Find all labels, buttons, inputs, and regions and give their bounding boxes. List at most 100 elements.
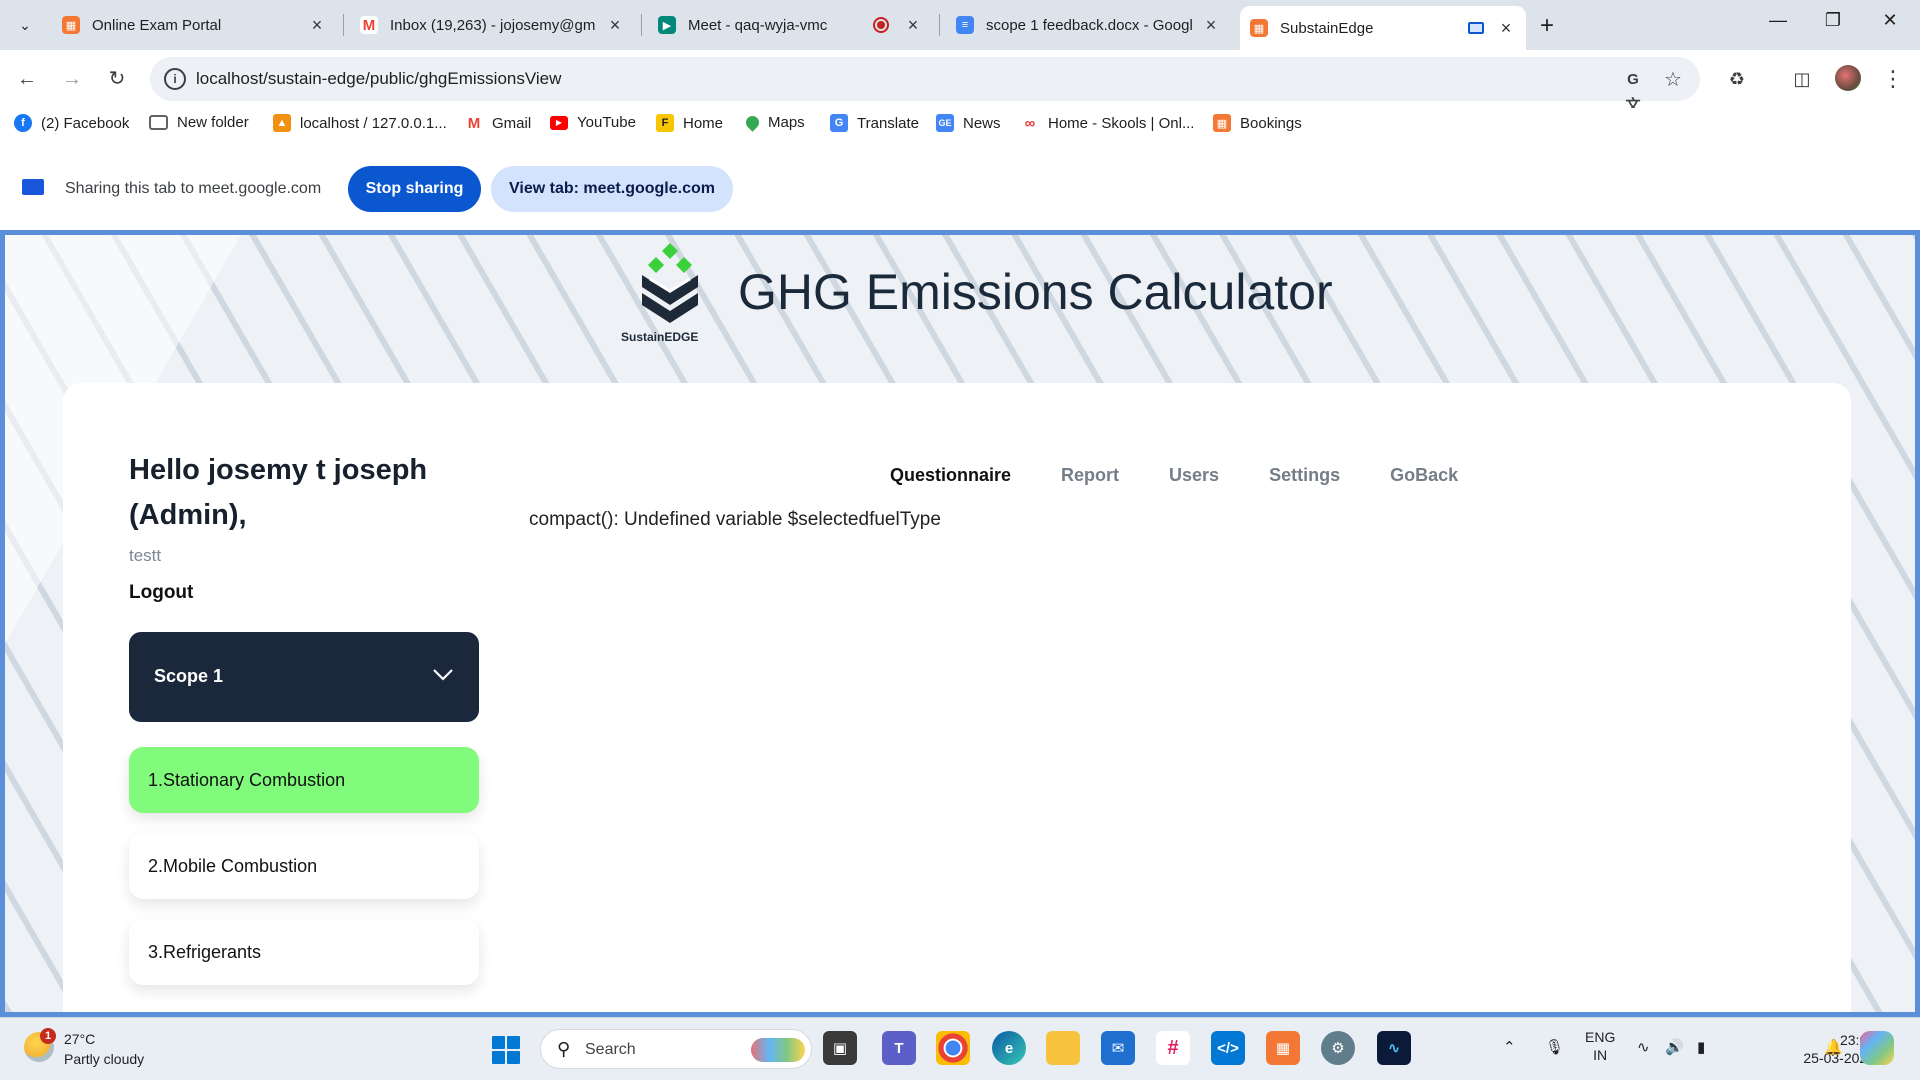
view-shared-tab-button[interactable]: View tab: meet.google.com	[491, 166, 733, 212]
task-view-icon[interactable]: ▣	[823, 1031, 857, 1065]
tab-separator	[641, 14, 642, 36]
slack-icon[interactable]: #	[1156, 1031, 1190, 1065]
xampp-icon[interactable]: ▦	[1266, 1031, 1300, 1065]
nav-report[interactable]: Report	[1061, 465, 1119, 486]
tab-scope-feedback-doc[interactable]: ≡ scope 1 feedback.docx - Googl ×	[946, 8, 1231, 42]
category-mobile-combustion[interactable]: 2.Mobile Combustion	[129, 833, 479, 899]
translate-icon[interactable]: G文	[1620, 67, 1646, 114]
minimize-icon[interactable]: —	[1758, 10, 1798, 31]
stop-sharing-button[interactable]: Stop sharing	[348, 166, 481, 212]
meet-icon: ▶	[658, 16, 676, 34]
bookmark-translate[interactable]: G Translate	[830, 114, 919, 132]
bookmark-star-icon[interactable]: ☆	[1660, 67, 1686, 93]
category-label: 2.Mobile Combustion	[148, 855, 318, 876]
bookmark-label: (2) Facebook	[41, 114, 130, 132]
maps-icon	[743, 113, 762, 132]
nav-goback[interactable]: GoBack	[1390, 465, 1458, 486]
new-tab-button[interactable]: +	[1540, 12, 1554, 40]
chrome-icon[interactable]	[936, 1031, 970, 1065]
close-tab-icon[interactable]: ×	[903, 15, 923, 36]
battery-icon[interactable]: ▮	[1697, 1038, 1705, 1056]
search-highlight-art	[751, 1038, 805, 1062]
sharing-status-text: Sharing this tab to meet.google.com	[65, 180, 322, 197]
tab-substainedge[interactable]: ▦ SubstainEdge ×	[1240, 6, 1526, 50]
phpmyadmin-icon: ▲	[273, 114, 291, 132]
organization-name: testt	[129, 546, 162, 565]
bookmark-facebook[interactable]: f (2) Facebook	[14, 114, 129, 132]
category-refrigerants[interactable]: 3.Refrigerants	[129, 919, 479, 985]
bookmark-label: Home	[683, 114, 724, 132]
close-tab-icon[interactable]: ×	[307, 15, 327, 36]
bookmark-label: Translate	[857, 114, 919, 132]
close-tab-icon[interactable]: ×	[1201, 15, 1221, 36]
show-hidden-icons-chevron-icon[interactable]: ⌃	[1503, 1038, 1516, 1056]
bookmark-bookings[interactable]: ▦ Bookings	[1213, 114, 1302, 132]
notifications-bell-icon[interactable]: 🔔	[1824, 1038, 1843, 1056]
tab-separator	[939, 14, 940, 36]
bookmark-label: Home - Skools | Onl...	[1048, 114, 1195, 132]
scope-dropdown[interactable]: Scope 1	[129, 632, 479, 722]
bookmark-localhost[interactable]: ▲ localhost / 127.0.0.1...	[273, 114, 447, 132]
bookmark-maps[interactable]: Maps	[743, 113, 805, 132]
xampp-icon: ▦	[1250, 19, 1268, 37]
settings-gear-icon[interactable]: ⚙	[1321, 1031, 1355, 1065]
profile-avatar[interactable]	[1835, 65, 1861, 91]
weather-temperature[interactable]: 27°C	[64, 1031, 95, 1047]
home-icon: F	[656, 114, 674, 132]
weather-condition[interactable]: Partly cloudy	[64, 1051, 144, 1067]
volume-icon[interactable]: 🔊	[1665, 1038, 1684, 1056]
sharing-tab-icon	[1468, 22, 1484, 34]
bookmark-label: Gmail	[492, 114, 532, 132]
side-panel-icon[interactable]: ◫	[1787, 64, 1817, 94]
tab-search-chevron-icon[interactable]: ⌄	[10, 10, 40, 40]
bookmark-youtube[interactable]: ▶ YouTube	[550, 114, 636, 131]
close-tab-icon[interactable]: ×	[1496, 18, 1516, 39]
recording-icon	[873, 17, 889, 33]
browser-toolbar: ← → ↻ i localhost/sustain-edge/public/gh…	[0, 50, 1920, 114]
language-indicator[interactable]: ENG IN	[1585, 1028, 1615, 1064]
wifi-icon[interactable]: ∿	[1637, 1038, 1650, 1056]
bookmark-skools[interactable]: ∞ Home - Skools | Onl...	[1021, 114, 1194, 132]
restore-icon[interactable]: ❐	[1813, 10, 1853, 31]
extensions-puzzle-icon[interactable]: ♻	[1722, 64, 1752, 94]
mail-icon[interactable]: ✉	[1101, 1031, 1135, 1065]
copilot-icon[interactable]	[1860, 1031, 1894, 1065]
windows-start-icon[interactable]	[492, 1036, 520, 1064]
close-window-icon[interactable]: ✕	[1870, 10, 1910, 31]
tab-title: scope 1 feedback.docx - Googl	[986, 16, 1193, 34]
tab-google-meet[interactable]: ▶ Meet - qaq-wyja-vmc ×	[648, 8, 933, 42]
taskbar-search-box[interactable]: ⚲ Search	[540, 1029, 812, 1069]
teams-icon[interactable]: T	[882, 1031, 916, 1065]
category-label: 1.Stationary Combustion	[148, 769, 346, 790]
skools-icon: ∞	[1021, 114, 1039, 132]
bookmark-label: YouTube	[577, 114, 636, 131]
logout-link[interactable]: Logout	[129, 582, 193, 604]
xampp-icon: ▦	[62, 16, 80, 34]
category-stationary-combustion[interactable]: 1.Stationary Combustion	[129, 747, 479, 813]
reload-icon[interactable]: ↻	[102, 64, 132, 94]
nav-users[interactable]: Users	[1169, 465, 1219, 486]
bookmark-news[interactable]: GE News	[936, 114, 1001, 132]
nav-questionnaire[interactable]: Questionnaire	[890, 465, 1011, 486]
bookmark-new-folder[interactable]: New folder	[149, 114, 249, 131]
nav-settings[interactable]: Settings	[1269, 465, 1340, 486]
back-arrow-icon[interactable]: ←	[12, 64, 42, 94]
bookmark-home[interactable]: F Home	[656, 114, 723, 132]
address-bar[interactable]: i localhost/sustain-edge/public/ghgEmiss…	[150, 57, 1700, 114]
close-tab-icon[interactable]: ×	[605, 15, 625, 36]
url-text[interactable]: localhost/sustain-edge/public/ghgEmissio…	[196, 69, 561, 89]
search-placeholder: Search	[585, 1041, 636, 1058]
edge-icon[interactable]: e	[992, 1031, 1026, 1065]
microphone-icon[interactable]: 🎙	[1545, 1038, 1564, 1056]
tab-online-exam-portal[interactable]: ▦ Online Exam Portal ×	[52, 8, 337, 42]
forward-arrow-icon[interactable]: →	[57, 64, 87, 94]
audio-waveform-app-icon[interactable]: ∿	[1377, 1031, 1411, 1065]
vscode-icon[interactable]: </>	[1211, 1031, 1245, 1065]
file-explorer-icon[interactable]	[1046, 1031, 1080, 1065]
more-menu-icon[interactable]: ⋮	[1878, 64, 1908, 94]
tab-title: Online Exam Portal	[92, 16, 222, 34]
bookmark-gmail[interactable]: M Gmail	[465, 114, 531, 132]
site-info-icon[interactable]: i	[164, 68, 186, 90]
bookmark-label: Bookings	[1240, 114, 1302, 132]
tab-gmail-inbox[interactable]: M Inbox (19,263) - jojosemy@gm ×	[350, 8, 635, 42]
